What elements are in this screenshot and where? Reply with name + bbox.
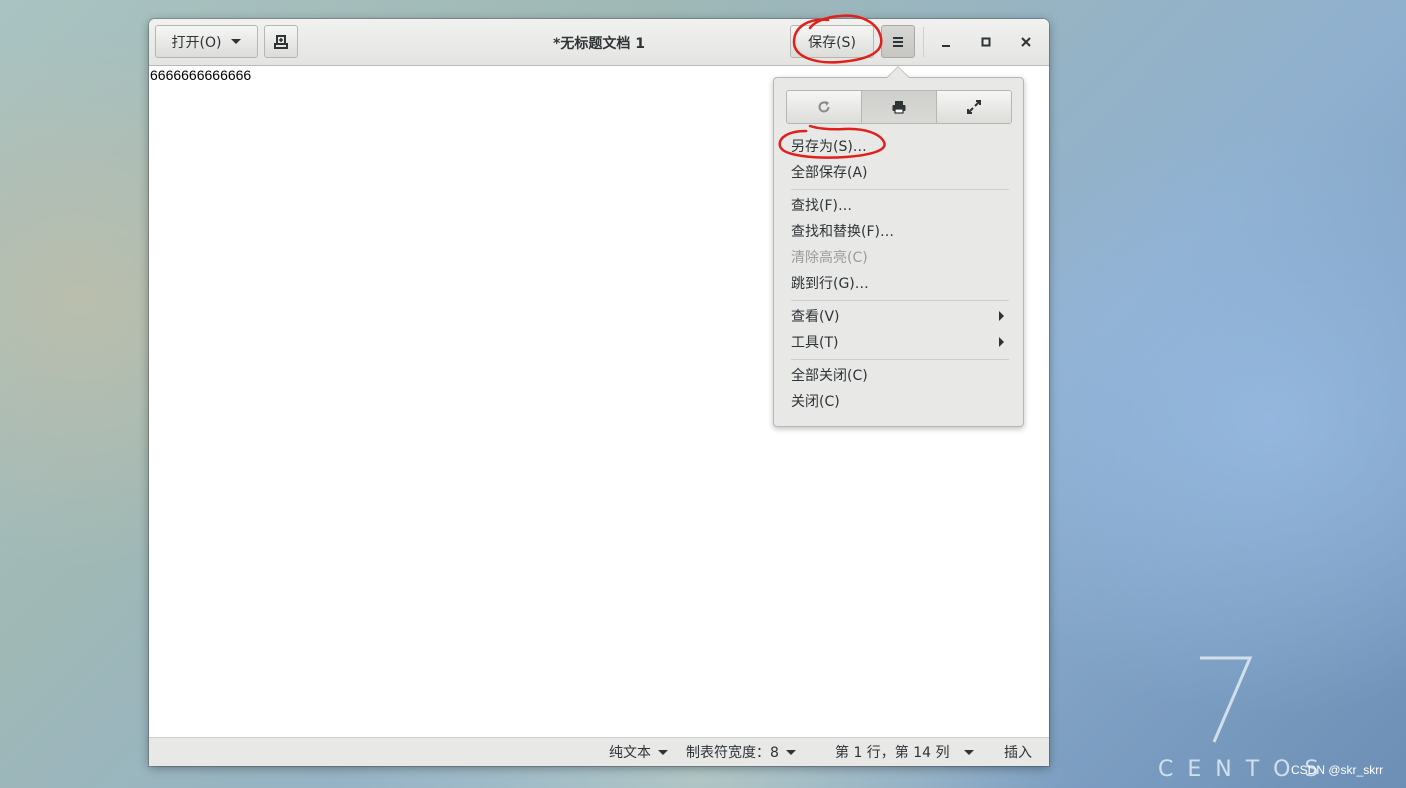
menu-item-close-all[interactable]: 全部关闭(C) — [791, 363, 1009, 387]
save-label: 保存(S) — [808, 34, 856, 51]
open-button[interactable]: 打开(O) — [155, 25, 258, 58]
maximize-icon — [981, 37, 991, 47]
reload-button[interactable] — [787, 91, 861, 123]
menu-item-tools[interactable]: 工具(T) — [791, 330, 1009, 354]
open-label: 打开(O) — [171, 34, 222, 51]
minimize-button[interactable] — [931, 27, 961, 57]
menu-item-save-as[interactable]: 另存为(S)… — [791, 134, 1009, 158]
hamburger-icon — [893, 36, 903, 47]
menu-item-view[interactable]: 查看(V) — [791, 304, 1009, 328]
menu-item-label: 工具(T) — [791, 335, 839, 351]
menu-separator — [791, 300, 1009, 301]
menu-item-goto-line[interactable]: 跳到行(G)… — [791, 271, 1009, 295]
editor-content: 6666666666666 — [150, 67, 252, 83]
chevron-down-icon — [231, 39, 242, 44]
menu-separator — [791, 189, 1009, 190]
tab-width-selector[interactable]: 制表符宽度：8 — [686, 742, 796, 762]
maximize-button[interactable] — [971, 27, 1001, 57]
menu-item-label: 全部保存(A) — [791, 165, 868, 181]
menu-item-label: 跳到行(G)… — [791, 276, 869, 292]
cursor-position-selector[interactable]: 第 1 行，第 14 列 — [835, 742, 974, 762]
headerbar-separator — [923, 27, 924, 57]
menu-item-label: 查看(V) — [791, 309, 840, 325]
menu-item-label: 另存为(S)… — [791, 139, 867, 155]
watermark: CSDN @skr_skrr — [1291, 763, 1384, 777]
save-button[interactable]: 保存(S) — [790, 25, 874, 58]
new-document-button[interactable] — [264, 25, 298, 58]
menu-item-save-all[interactable]: 全部保存(A) — [791, 160, 1009, 184]
chevron-down-icon — [963, 749, 974, 755]
cursor-position-label: 第 1 行，第 14 列 — [835, 745, 950, 761]
close-window-button[interactable] — [1011, 27, 1041, 57]
menu-item-clear-highlight: 清除高亮(C) — [791, 245, 1009, 269]
menu-item-close[interactable]: 关闭(C) — [791, 389, 1009, 413]
centos-seven-logo — [1200, 656, 1253, 743]
popover-arrow-fill — [887, 67, 909, 78]
insert-mode-label: 插入 — [1004, 745, 1032, 761]
popover-button-row — [786, 90, 1012, 124]
minimize-icon — [942, 45, 950, 47]
close-icon — [1021, 37, 1031, 47]
hamburger-menu-button[interactable] — [881, 25, 915, 58]
menu-separator — [791, 359, 1009, 360]
tab-width-label: 制表符宽度：8 — [686, 745, 779, 761]
menu-item-label: 查找(F)… — [791, 198, 852, 214]
language-selector[interactable]: 纯文本 — [609, 742, 668, 762]
menu-item-label: 清除高亮(C) — [791, 250, 868, 266]
fullscreen-button[interactable] — [936, 91, 1011, 123]
print-icon — [892, 101, 906, 114]
statusbar: 纯文本 制表符宽度：8 第 1 行，第 14 列 插入 — [149, 737, 1049, 766]
chevron-down-icon — [785, 749, 796, 755]
fullscreen-icon — [967, 100, 981, 114]
new-document-icon — [274, 34, 288, 49]
chevron-right-icon — [999, 311, 1004, 321]
headerbar: 打开(O) *无标题文档 1 保存(S) — [149, 19, 1049, 66]
reload-icon — [818, 101, 830, 113]
menu-item-find-replace[interactable]: 查找和替换(F)… — [791, 219, 1009, 243]
menu-item-label: 查找和替换(F)… — [791, 224, 894, 240]
menu-item-find[interactable]: 查找(F)… — [791, 193, 1009, 217]
insert-mode-indicator: 插入 — [1004, 742, 1032, 762]
chevron-down-icon — [658, 749, 668, 755]
menu-item-label: 全部关闭(C) — [791, 368, 868, 384]
print-button[interactable] — [861, 91, 936, 123]
menu-item-label: 关闭(C) — [791, 394, 840, 410]
hamburger-popover-menu: 另存为(S)… 全部保存(A) 查找(F)… 查找和替换(F)… 清除高亮(C)… — [773, 77, 1024, 427]
language-label: 纯文本 — [609, 745, 651, 761]
chevron-right-icon — [999, 337, 1004, 347]
